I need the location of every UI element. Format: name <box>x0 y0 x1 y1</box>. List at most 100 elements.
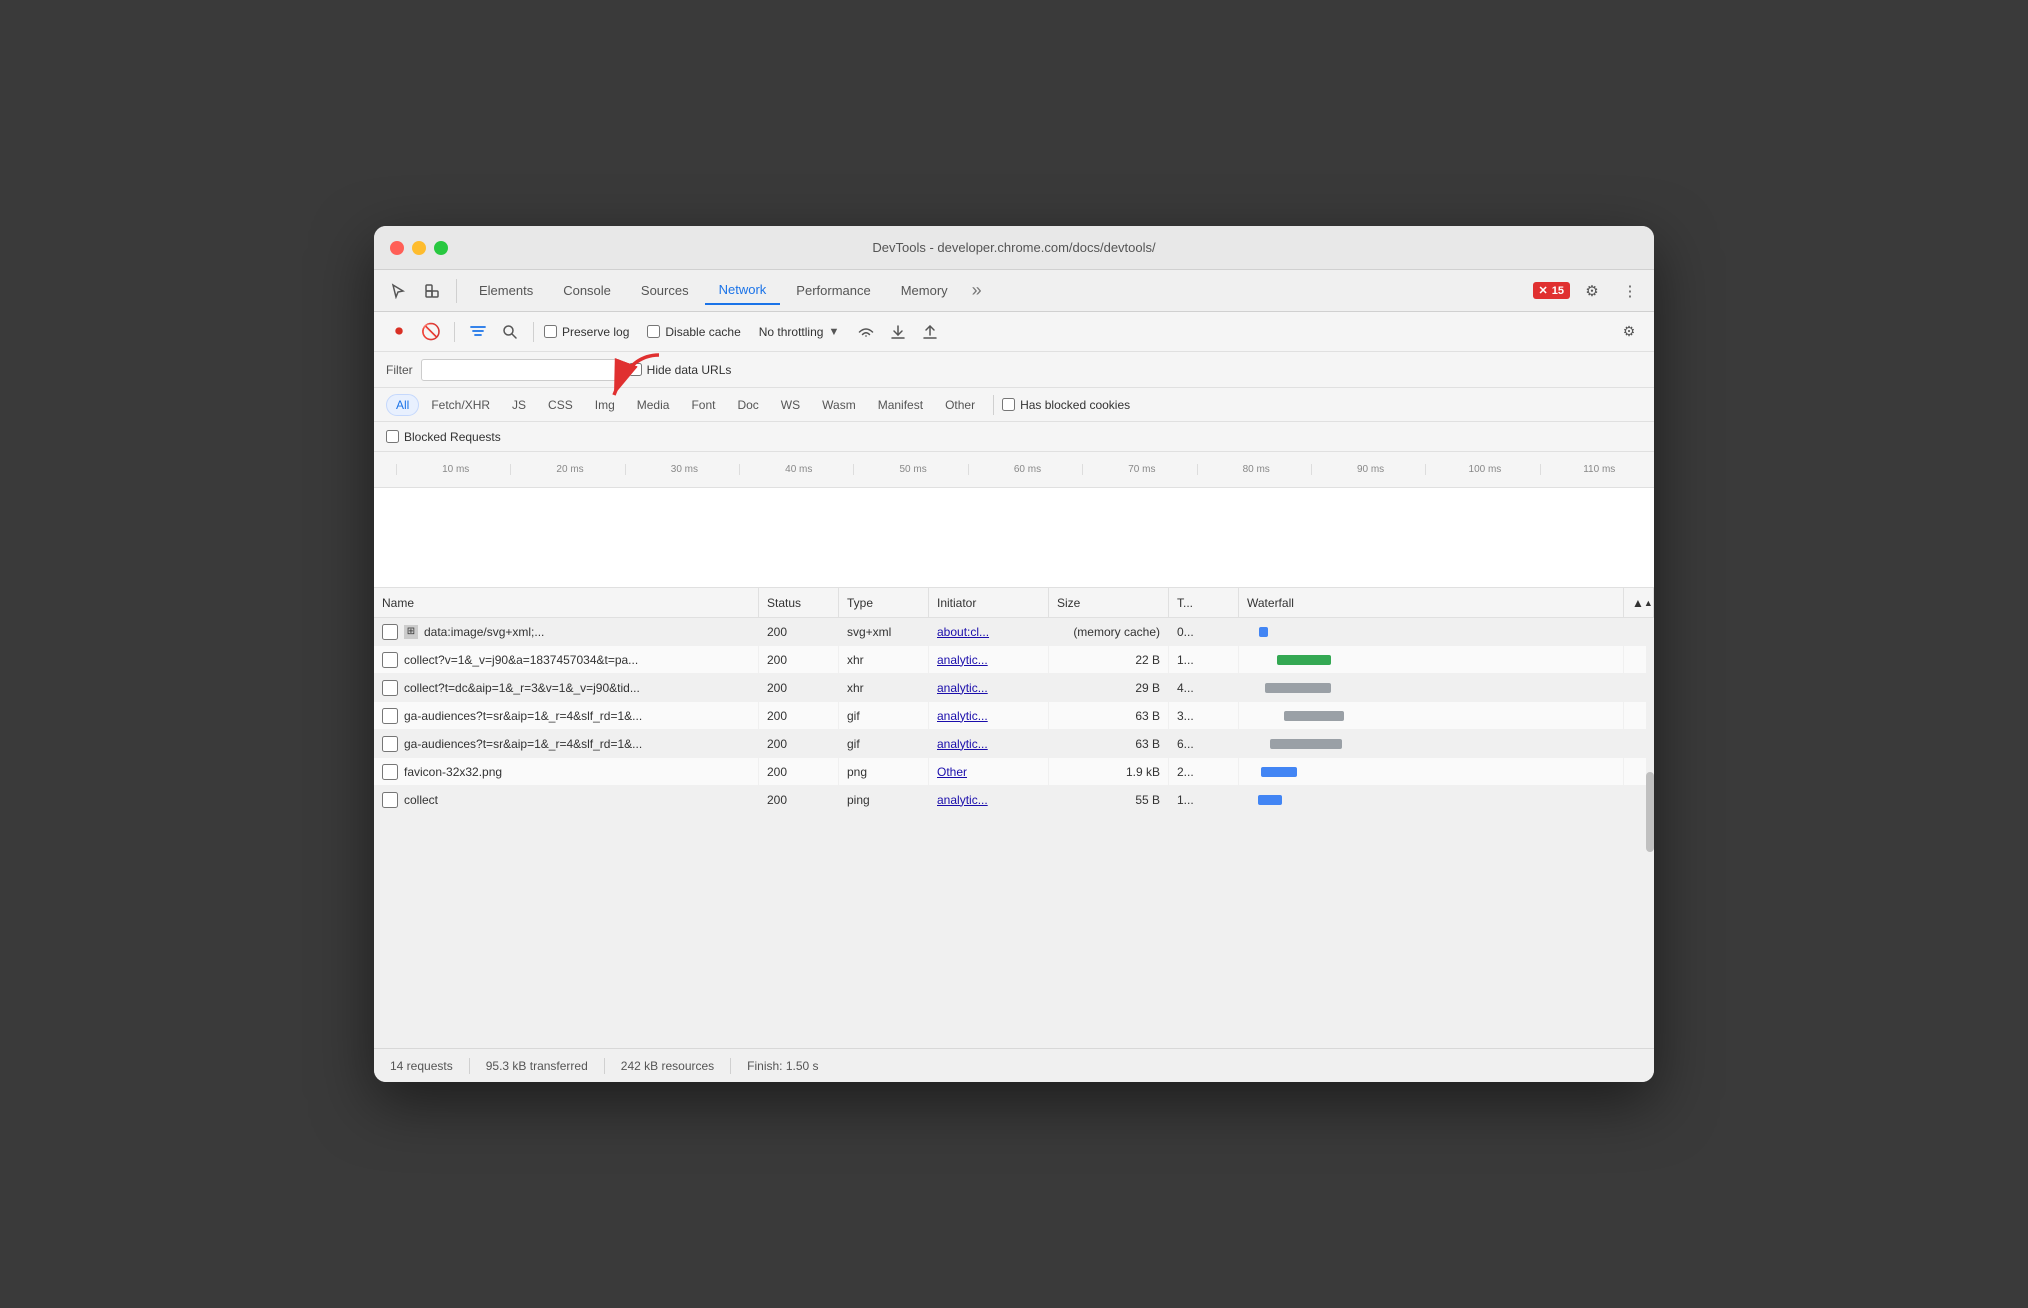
disable-cache-checkbox[interactable] <box>647 325 660 338</box>
row-time-cell: 0... <box>1169 618 1239 645</box>
filter-type-other[interactable]: Other <box>935 394 985 416</box>
blocked-requests-checkbox[interactable] <box>386 430 399 443</box>
row-initiator-cell[interactable]: analytic... <box>929 702 1049 729</box>
filter-type-doc[interactable]: Doc <box>727 394 768 416</box>
row-name-cell: collect?v=1&_v=j90&a=1837457034&t=pa... <box>374 646 759 673</box>
filter-type-ws[interactable]: WS <box>771 394 810 416</box>
col-name[interactable]: Name <box>374 588 759 617</box>
tab-performance[interactable]: Performance <box>782 277 884 304</box>
more-tabs-icon[interactable]: » <box>964 280 990 301</box>
row-initiator-cell[interactable]: analytic... <box>929 674 1049 701</box>
table-row[interactable]: ga-audiences?t=sr&aip=1&_r=4&slf_rd=1&..… <box>374 730 1654 758</box>
clear-button[interactable]: 🚫 <box>418 319 444 345</box>
settings-icon[interactable]: ⚙ <box>1576 275 1608 307</box>
col-size[interactable]: Size <box>1049 588 1169 617</box>
filter-type-manifest[interactable]: Manifest <box>868 394 933 416</box>
tick-100ms: 100 ms <box>1425 464 1539 475</box>
row-type-cell: ping <box>839 786 929 813</box>
row-initiator-cell[interactable]: Other <box>929 758 1049 785</box>
toolbar-divider-2 <box>533 322 534 342</box>
tab-divider <box>456 279 457 303</box>
row-initiator-cell[interactable]: analytic... <box>929 786 1049 813</box>
hide-urls-label[interactable]: Hide data URLs <box>629 363 732 377</box>
row-size-cell: 63 B <box>1049 730 1169 757</box>
row-checkbox[interactable] <box>382 736 398 752</box>
table-row[interactable]: collect200pinganalytic...55 B1... <box>374 786 1654 814</box>
filter-input[interactable] <box>421 359 621 381</box>
waterfall-bar <box>1258 795 1282 805</box>
tab-memory[interactable]: Memory <box>887 277 962 304</box>
table-row[interactable]: favicon-32x32.png200pngOther1.9 kB2... <box>374 758 1654 786</box>
row-time-cell: 2... <box>1169 758 1239 785</box>
waterfall-bar <box>1259 627 1268 637</box>
preserve-log-checkbox[interactable] <box>544 325 557 338</box>
tab-network[interactable]: Network <box>705 276 781 305</box>
row-initiator-cell[interactable]: about:cl... <box>929 618 1049 645</box>
devtools-tab-bar: Elements Console Sources Network Perform… <box>374 270 1654 312</box>
table-row[interactable]: ga-audiences?t=sr&aip=1&_r=4&slf_rd=1&..… <box>374 702 1654 730</box>
preserve-log-label[interactable]: Preserve log <box>544 325 629 339</box>
tab-elements[interactable]: Elements <box>465 277 547 304</box>
row-name: ga-audiences?t=sr&aip=1&_r=4&slf_rd=1&..… <box>404 737 642 751</box>
record-button[interactable]: ⏺ <box>386 319 412 345</box>
row-checkbox[interactable] <box>382 652 398 668</box>
filter-label: Filter <box>386 363 413 377</box>
filter-type-wasm[interactable]: Wasm <box>812 394 866 416</box>
cursor-icon[interactable] <box>382 275 414 307</box>
filter-icon[interactable] <box>465 319 491 345</box>
has-blocked-cookies-label[interactable]: Has blocked cookies <box>1002 398 1130 412</box>
tab-console[interactable]: Console <box>549 277 625 304</box>
status-sep-1 <box>469 1058 470 1074</box>
row-checkbox[interactable] <box>382 764 398 780</box>
row-checkbox[interactable] <box>382 624 398 640</box>
col-sort[interactable]: ▲ <box>1624 588 1654 617</box>
disable-cache-label[interactable]: Disable cache <box>647 325 740 339</box>
filter-type-font[interactable]: Font <box>681 394 725 416</box>
table-row[interactable]: collect?t=dc&aip=1&_r=3&v=1&_v=j90&tid..… <box>374 674 1654 702</box>
col-type[interactable]: Type <box>839 588 929 617</box>
filter-type-media[interactable]: Media <box>627 394 680 416</box>
col-initiator[interactable]: Initiator <box>929 588 1049 617</box>
toolbar-right: ⚙ <box>1616 319 1642 345</box>
scrollbar-track[interactable] <box>1646 588 1654 1048</box>
row-name: collect?t=dc&aip=1&_r=3&v=1&_v=j90&tid..… <box>404 681 640 695</box>
filter-type-xhr[interactable]: Fetch/XHR <box>421 394 500 416</box>
blocked-requests-label[interactable]: Blocked Requests <box>386 430 501 444</box>
throttle-dropdown-icon[interactable]: ▼ <box>828 326 839 338</box>
row-checkbox[interactable] <box>382 792 398 808</box>
minimize-button[interactable] <box>412 241 426 255</box>
import-icon[interactable] <box>885 319 911 345</box>
more-options-icon[interactable]: ⋮ <box>1614 275 1646 307</box>
row-name-cell: favicon-32x32.png <box>374 758 759 785</box>
network-settings-icon[interactable]: ⚙ <box>1616 319 1642 345</box>
has-blocked-cookies-checkbox[interactable] <box>1002 398 1015 411</box>
filter-type-css[interactable]: CSS <box>538 394 583 416</box>
scrollbar-thumb[interactable] <box>1646 772 1654 852</box>
maximize-button[interactable] <box>434 241 448 255</box>
row-initiator-cell[interactable]: analytic... <box>929 730 1049 757</box>
tick-20ms: 20 ms <box>510 464 624 475</box>
table-row[interactable]: collect?v=1&_v=j90&a=1837457034&t=pa...2… <box>374 646 1654 674</box>
row-time-cell: 4... <box>1169 674 1239 701</box>
table-row[interactable]: ⊞data:image/svg+xml;...200svg+xmlabout:c… <box>374 618 1654 646</box>
wifi-icon[interactable] <box>853 319 879 345</box>
tab-sources[interactable]: Sources <box>627 277 703 304</box>
export-icon[interactable] <box>917 319 943 345</box>
search-icon[interactable] <box>497 319 523 345</box>
toolbar-divider-1 <box>454 322 455 342</box>
row-checkbox[interactable] <box>382 708 398 724</box>
close-button[interactable] <box>390 241 404 255</box>
filter-type-img[interactable]: Img <box>585 394 625 416</box>
col-status[interactable]: Status <box>759 588 839 617</box>
inspect-icon[interactable] <box>416 275 448 307</box>
col-time[interactable]: T... <box>1169 588 1239 617</box>
hide-urls-checkbox[interactable] <box>629 363 642 376</box>
filter-type-js[interactable]: JS <box>502 394 536 416</box>
col-waterfall[interactable]: Waterfall <box>1239 588 1624 617</box>
row-checkbox[interactable] <box>382 680 398 696</box>
row-waterfall-cell <box>1239 758 1624 785</box>
tick-110ms: 110 ms <box>1540 464 1654 475</box>
filter-type-all[interactable]: All <box>386 394 419 416</box>
row-initiator-cell[interactable]: analytic... <box>929 646 1049 673</box>
preserve-log-text: Preserve log <box>562 325 629 339</box>
